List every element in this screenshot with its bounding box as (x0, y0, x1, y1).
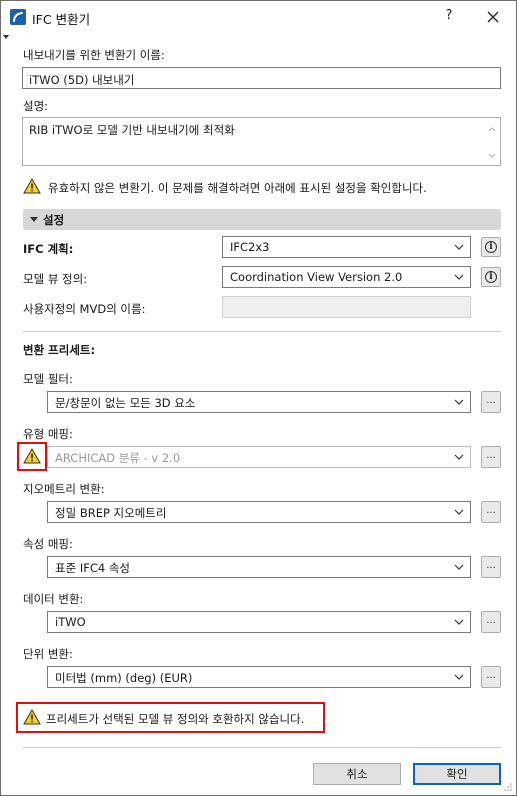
scroll-down-icon[interactable] (488, 153, 496, 159)
description-scrollbar[interactable] (484, 118, 500, 165)
type-mapping-label: 유형 매핑: (23, 427, 73, 441)
archicad-logo-icon (10, 9, 26, 25)
type-mapping-select[interactable]: ARCHICAD 분류 - v 2.0 (47, 446, 471, 468)
ifc-schema-value: IFC2x3 (230, 240, 270, 254)
type-mapping-browse-button[interactable]: ... (481, 446, 501, 468)
resize-grip-icon[interactable] (503, 782, 513, 792)
chevron-down-icon (454, 509, 464, 515)
geometry-conversion-browse-button[interactable]: ... (481, 501, 501, 523)
expand-triangle-icon (30, 217, 38, 222)
translator-name-label: 내보내기를 위한 변환기 이름: (23, 48, 165, 62)
custom-mvd-input (222, 296, 471, 318)
chevron-down-icon (454, 399, 464, 405)
warning-icon (23, 709, 41, 725)
model-view-select[interactable]: Coordination View Version 2.0 (222, 266, 471, 288)
geometry-conversion-select[interactable]: 정밀 BREP 지오메트리 (47, 501, 471, 523)
ok-button[interactable]: 확인 (413, 763, 501, 785)
description-text: RIB iTWO로 모델 기반 내보내기에 최적화 (29, 123, 235, 137)
top-warning-text: 유효하지 않은 변환기. 이 문제를 해결하려면 아래에 표시된 설정을 확인합… (48, 181, 427, 195)
footer-divider (23, 747, 501, 748)
geometry-conversion-value: 정밀 BREP 지오메트리 (55, 506, 167, 520)
cancel-button[interactable]: 취소 (313, 763, 401, 785)
chevron-down-icon (454, 674, 464, 680)
window-title: IFC 변환기 (32, 12, 91, 27)
ifc-schema-info-button[interactable]: i (481, 237, 501, 257)
description-textarea[interactable]: RIB iTWO로 모델 기반 내보내기에 최적화 (22, 117, 501, 166)
property-mapping-label: 속성 매핑: (23, 537, 73, 551)
model-filter-browse-button[interactable]: ... (481, 391, 501, 413)
model-view-info-button[interactable]: i (481, 267, 501, 287)
collapse-arrow-icon (3, 35, 9, 39)
unit-conversion-value: 미터법 (mm) (deg) (EUR) (55, 671, 193, 685)
property-mapping-browse-button[interactable]: ... (481, 556, 501, 578)
title-bar: IFC 변환기 ? (1, 1, 516, 32)
geometry-conversion-label: 지오메트리 변환: (23, 482, 105, 496)
scroll-up-icon[interactable] (488, 126, 496, 132)
settings-section-title: 설정 (43, 213, 65, 227)
data-conversion-label: 데이터 변환: (23, 592, 84, 606)
help-button[interactable]: ? (439, 6, 459, 26)
type-mapping-value: ARCHICAD 분류 - v 2.0 (55, 451, 181, 465)
data-conversion-select[interactable]: iTWO (47, 611, 471, 633)
model-view-label: 모델 뷰 정의: (23, 272, 88, 286)
settings-section-header[interactable]: 설정 (23, 209, 501, 230)
chevron-down-icon (454, 454, 464, 460)
close-icon[interactable] (482, 6, 504, 28)
section-divider (23, 331, 501, 332)
property-mapping-value: 표준 IFC4 속성 (55, 561, 130, 575)
chevron-down-icon (454, 274, 464, 280)
chevron-down-icon (454, 244, 464, 250)
ifc-schema-select[interactable]: IFC2x3 (222, 236, 471, 258)
data-conversion-browse-button[interactable]: ... (481, 611, 501, 633)
chevron-down-icon (454, 619, 464, 625)
bottom-warning-text: 프리세트가 선택된 모델 뷰 정의와 호환하지 않습니다. (46, 712, 305, 726)
ifc-translator-dialog: IFC 변환기 ? 내보내기를 위한 변환기 이름: iTWO (5D) 내보내… (0, 0, 517, 796)
model-filter-value: 문/창문이 없는 모든 3D 요소 (55, 396, 196, 410)
ifc-schema-label: IFC 계획: (23, 242, 74, 256)
unit-conversion-label: 단위 변환: (23, 647, 73, 661)
info-icon: i (485, 271, 497, 283)
presets-heading: 변환 프리세트: (23, 343, 96, 357)
warning-icon (23, 448, 41, 464)
property-mapping-select[interactable]: 표준 IFC4 속성 (47, 556, 471, 578)
description-label: 설명: (23, 99, 49, 113)
model-filter-label: 모델 필터: (23, 372, 73, 386)
translator-name-input[interactable]: iTWO (5D) 내보내기 (22, 67, 501, 89)
info-icon: i (485, 241, 497, 253)
chevron-down-icon (454, 564, 464, 570)
custom-mvd-label: 사용자정의 MVD의 이름: (23, 302, 146, 316)
model-view-value: Coordination View Version 2.0 (230, 270, 403, 284)
unit-conversion-select[interactable]: 미터법 (mm) (deg) (EUR) (47, 666, 471, 688)
unit-conversion-browse-button[interactable]: ... (481, 666, 501, 688)
data-conversion-value: iTWO (55, 615, 86, 629)
warning-icon (23, 178, 41, 194)
model-filter-select[interactable]: 문/창문이 없는 모든 3D 요소 (47, 391, 471, 413)
